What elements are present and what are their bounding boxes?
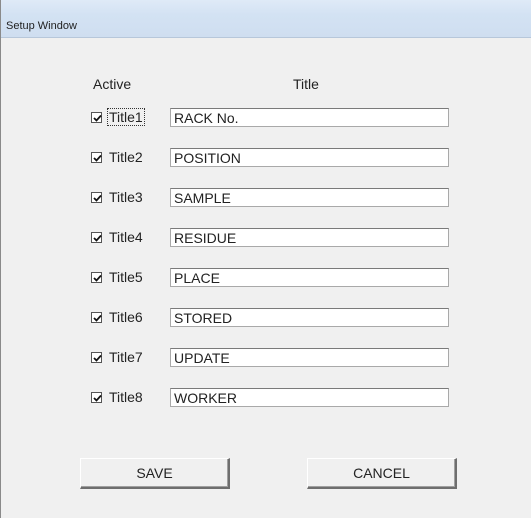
active-label-5[interactable]: Title5 xyxy=(108,269,144,285)
active-label-2[interactable]: Title2 xyxy=(108,149,144,165)
title-row-5: Title5 xyxy=(1,268,531,292)
active-checkbox-5[interactable] xyxy=(91,272,102,283)
active-checkbox-7[interactable] xyxy=(91,352,102,363)
active-label-4[interactable]: Title4 xyxy=(108,229,144,245)
active-checkbox-8[interactable] xyxy=(91,392,102,403)
title-input-3[interactable] xyxy=(170,188,449,207)
title-row-8: Title8 xyxy=(1,388,531,412)
title-input-5[interactable] xyxy=(170,268,449,287)
active-checkbox-2[interactable] xyxy=(91,152,102,163)
checkmark-icon xyxy=(93,394,102,402)
column-header-title: Title xyxy=(293,76,319,92)
checkmark-icon xyxy=(93,194,102,202)
active-label-1[interactable]: Title1 xyxy=(107,108,145,126)
checkmark-icon xyxy=(93,234,102,242)
active-label-8[interactable]: Title8 xyxy=(108,389,144,405)
active-label-3[interactable]: Title3 xyxy=(108,189,144,205)
cancel-button[interactable]: CANCEL xyxy=(307,458,457,489)
window-title: Setup Window xyxy=(6,20,77,32)
title-row-2: Title2 xyxy=(1,148,531,172)
title-row-7: Title7 xyxy=(1,348,531,372)
title-row-6: Title6 xyxy=(1,308,531,332)
column-header-active: Active xyxy=(93,76,132,92)
window-titlebar[interactable]: Setup Window xyxy=(1,0,531,38)
setup-window: Setup Window Active Title Title1 Title2 … xyxy=(0,0,531,518)
checkmark-icon xyxy=(93,114,102,122)
title-input-2[interactable] xyxy=(170,148,449,167)
title-row-3: Title3 xyxy=(1,188,531,212)
checkmark-icon xyxy=(93,154,102,162)
active-checkbox-3[interactable] xyxy=(91,192,102,203)
active-checkbox-1[interactable] xyxy=(91,112,102,123)
checkmark-icon xyxy=(93,274,102,282)
title-row-4: Title4 xyxy=(1,228,531,252)
title-input-8[interactable] xyxy=(170,388,449,407)
checkmark-icon xyxy=(93,354,102,362)
title-input-7[interactable] xyxy=(170,348,449,367)
title-input-1[interactable] xyxy=(170,108,449,127)
active-label-6[interactable]: Title6 xyxy=(108,309,144,325)
title-input-6[interactable] xyxy=(170,308,449,327)
checkmark-icon xyxy=(93,314,102,322)
title-row-1: Title1 xyxy=(1,108,531,132)
title-input-4[interactable] xyxy=(170,228,449,247)
save-button[interactable]: SAVE xyxy=(80,458,230,489)
active-checkbox-4[interactable] xyxy=(91,232,102,243)
active-checkbox-6[interactable] xyxy=(91,312,102,323)
active-label-7[interactable]: Title7 xyxy=(108,349,144,365)
